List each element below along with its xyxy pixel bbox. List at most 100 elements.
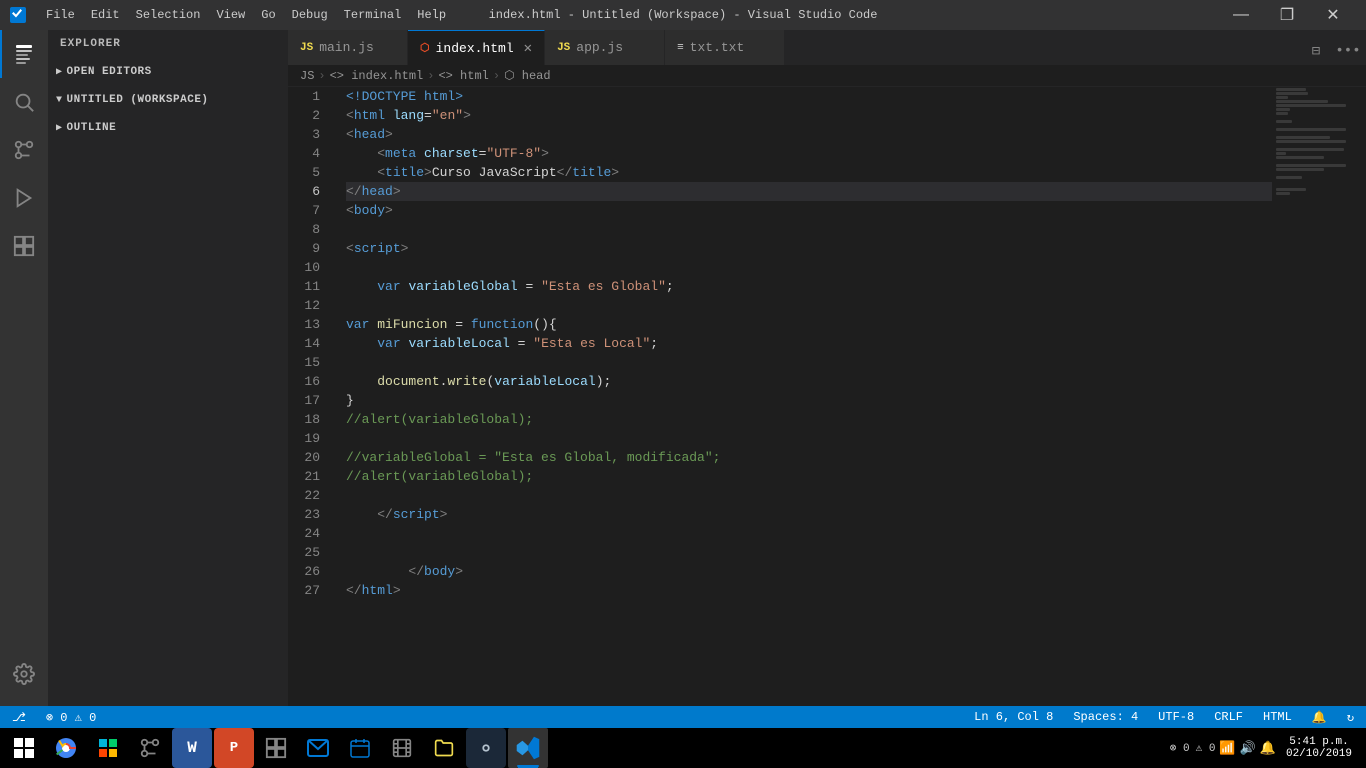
workspace-section: ▼ Untitled (Workspace) <box>48 86 288 114</box>
store-taskbar-icon[interactable] <box>88 728 128 768</box>
vscode-logo <box>10 7 26 23</box>
start-button[interactable] <box>4 728 44 768</box>
line-numbers: 1234567891011121314151617181920212223242… <box>288 87 338 706</box>
breadcrumb-js[interactable]: JS <box>300 69 314 83</box>
menu-help[interactable]: Help <box>409 4 454 26</box>
code-line-8 <box>346 220 1272 239</box>
debug-activity-icon[interactable] <box>0 174 48 222</box>
minimize-button[interactable]: — <box>1218 0 1264 30</box>
line-number-24: 24 <box>288 524 328 543</box>
tab-main-js-label: main.js <box>319 40 374 55</box>
breadcrumb-sep-1: › <box>318 69 325 83</box>
taskbar-tray-icons[interactable]: 📶 🔊 🔔 <box>1219 741 1276 756</box>
minimap-line-14 <box>1276 140 1346 143</box>
menu-bar: File Edit Selection View Go Debug Termin… <box>38 4 454 26</box>
settings-activity-icon[interactable] <box>0 650 48 698</box>
open-editors-label: Open Editors <box>67 66 152 78</box>
minimap-line-16 <box>1276 148 1344 151</box>
breadcrumb: JS › <> index.html › <> html › ⬡ head <box>288 65 1366 87</box>
split-editor-button[interactable]: ⊟ <box>1302 37 1330 65</box>
extensions-activity-icon[interactable] <box>0 222 48 270</box>
source-control-taskbar-icon[interactable] <box>130 728 170 768</box>
editor-area: JS main.js ⬡ index.html ✕ JS app.js ≡ tx… <box>288 30 1366 706</box>
js-file-icon-2: JS <box>557 42 570 54</box>
menu-debug[interactable]: Debug <box>284 4 336 26</box>
ppt-icon-letter: P <box>230 740 238 756</box>
files-taskbar-icon[interactable] <box>424 728 464 768</box>
git-branch-icon: ⎇ <box>12 710 26 725</box>
network-tray-icon: 📶 <box>1219 741 1235 756</box>
calendar-taskbar-icon[interactable] <box>340 728 380 768</box>
git-branch-status[interactable]: ⎇ <box>8 706 30 728</box>
spaces-status[interactable]: Spaces: 4 <box>1069 706 1142 728</box>
menu-terminal[interactable]: Terminal <box>336 4 410 26</box>
taskbar-system-icons[interactable]: ⊗ 0 ⚠ 0 <box>1170 741 1216 755</box>
line-number-9: 9 <box>288 239 328 258</box>
vscode-taskbar-icon[interactable] <box>508 728 548 768</box>
code-line-3: <head> <box>346 125 1272 144</box>
menu-selection[interactable]: Selection <box>128 4 209 26</box>
tab-app-js[interactable]: JS app.js <box>545 30 665 65</box>
notification-tray-icon: 🔔 <box>1260 741 1276 756</box>
minimap-line-1 <box>1276 88 1306 91</box>
taskbar-clock[interactable]: 5:41 p.m. 02/10/2019 <box>1280 736 1358 760</box>
line-ending-status[interactable]: CRLF <box>1210 706 1247 728</box>
powerpoint-taskbar-icon[interactable]: P <box>214 728 254 768</box>
more-actions-button[interactable]: ••• <box>1334 37 1362 65</box>
tab-txt-txt[interactable]: ≡ txt.txt <box>665 30 785 65</box>
workspace-header[interactable]: ▼ Untitled (Workspace) <box>48 90 288 110</box>
menu-file[interactable]: File <box>38 4 83 26</box>
explorer-activity-icon[interactable] <box>0 30 48 78</box>
activity-bar-bottom <box>0 650 48 706</box>
tab-index-html[interactable]: ⬡ index.html ✕ <box>408 30 545 65</box>
chrome-taskbar-icon[interactable] <box>46 728 86 768</box>
tab-app-js-label: app.js <box>576 40 623 55</box>
code-line-17: } <box>346 391 1272 410</box>
search-activity-icon[interactable] <box>0 78 48 126</box>
ln-col-status[interactable]: Ln 6, Col 8 <box>970 706 1057 728</box>
word-taskbar-icon[interactable]: W <box>172 728 212 768</box>
minimap-line-21 <box>1276 168 1324 171</box>
errors-warnings-status[interactable]: ⊗ 0 ⚠ 0 <box>42 706 100 728</box>
bell-icon: 🔔 <box>1312 710 1327 725</box>
code-editor[interactable]: 1234567891011121314151617181920212223242… <box>288 87 1366 706</box>
mail-taskbar-icon[interactable] <box>298 728 338 768</box>
close-button[interactable]: ✕ <box>1310 0 1356 30</box>
language-status[interactable]: HTML <box>1259 706 1296 728</box>
status-left: ⎇ ⊗ 0 ⚠ 0 <box>8 706 100 728</box>
status-bar: ⎇ ⊗ 0 ⚠ 0 Ln 6, Col 8 Spaces: 4 UTF-8 CR… <box>0 706 1366 728</box>
code-content[interactable]: <!DOCTYPE html><html lang="en"><head> <m… <box>338 87 1272 706</box>
line-number-6: 6 <box>288 182 328 201</box>
bell-status[interactable]: 🔔 <box>1308 706 1331 728</box>
outline-section: ▶ Outline <box>48 114 288 142</box>
html-file-icon: ⬡ <box>420 41 430 55</box>
breadcrumb-index-html[interactable]: <> index.html <box>330 69 424 83</box>
code-line-25 <box>346 543 1272 562</box>
tab-main-js[interactable]: JS main.js <box>288 30 408 65</box>
menu-view[interactable]: View <box>208 4 253 26</box>
sync-status[interactable]: ↻ <box>1343 706 1358 728</box>
steam-taskbar-icon[interactable] <box>466 728 506 768</box>
breadcrumb-html[interactable]: <> html <box>438 69 488 83</box>
open-editors-header[interactable]: ▶ Open Editors <box>48 62 288 82</box>
tabs-bar: JS main.js ⬡ index.html ✕ JS app.js ≡ tx… <box>288 30 1366 65</box>
source-control-activity-icon[interactable] <box>0 126 48 174</box>
code-line-24 <box>346 524 1272 543</box>
extensions-taskbar-icon[interactable] <box>256 728 296 768</box>
film-taskbar-icon[interactable] <box>382 728 422 768</box>
sidebar-header: Explorer <box>48 30 288 58</box>
code-line-14: var variableLocal = "Esta es Local"; <box>346 334 1272 353</box>
menu-go[interactable]: Go <box>253 4 283 26</box>
maximize-button[interactable]: ❐ <box>1264 0 1310 30</box>
code-line-22 <box>346 486 1272 505</box>
encoding-status[interactable]: UTF-8 <box>1154 706 1198 728</box>
volume-tray-icon: 🔊 <box>1240 741 1256 756</box>
breadcrumb-head[interactable]: ⬡ head <box>504 68 550 83</box>
line-number-2: 2 <box>288 106 328 125</box>
tab-close-index-html[interactable]: ✕ <box>524 40 532 57</box>
menu-edit[interactable]: Edit <box>83 4 128 26</box>
outline-header[interactable]: ▶ Outline <box>48 118 288 138</box>
scrollbar[interactable] <box>1352 87 1366 706</box>
code-line-9: <script> <box>346 239 1272 258</box>
code-line-19 <box>346 429 1272 448</box>
